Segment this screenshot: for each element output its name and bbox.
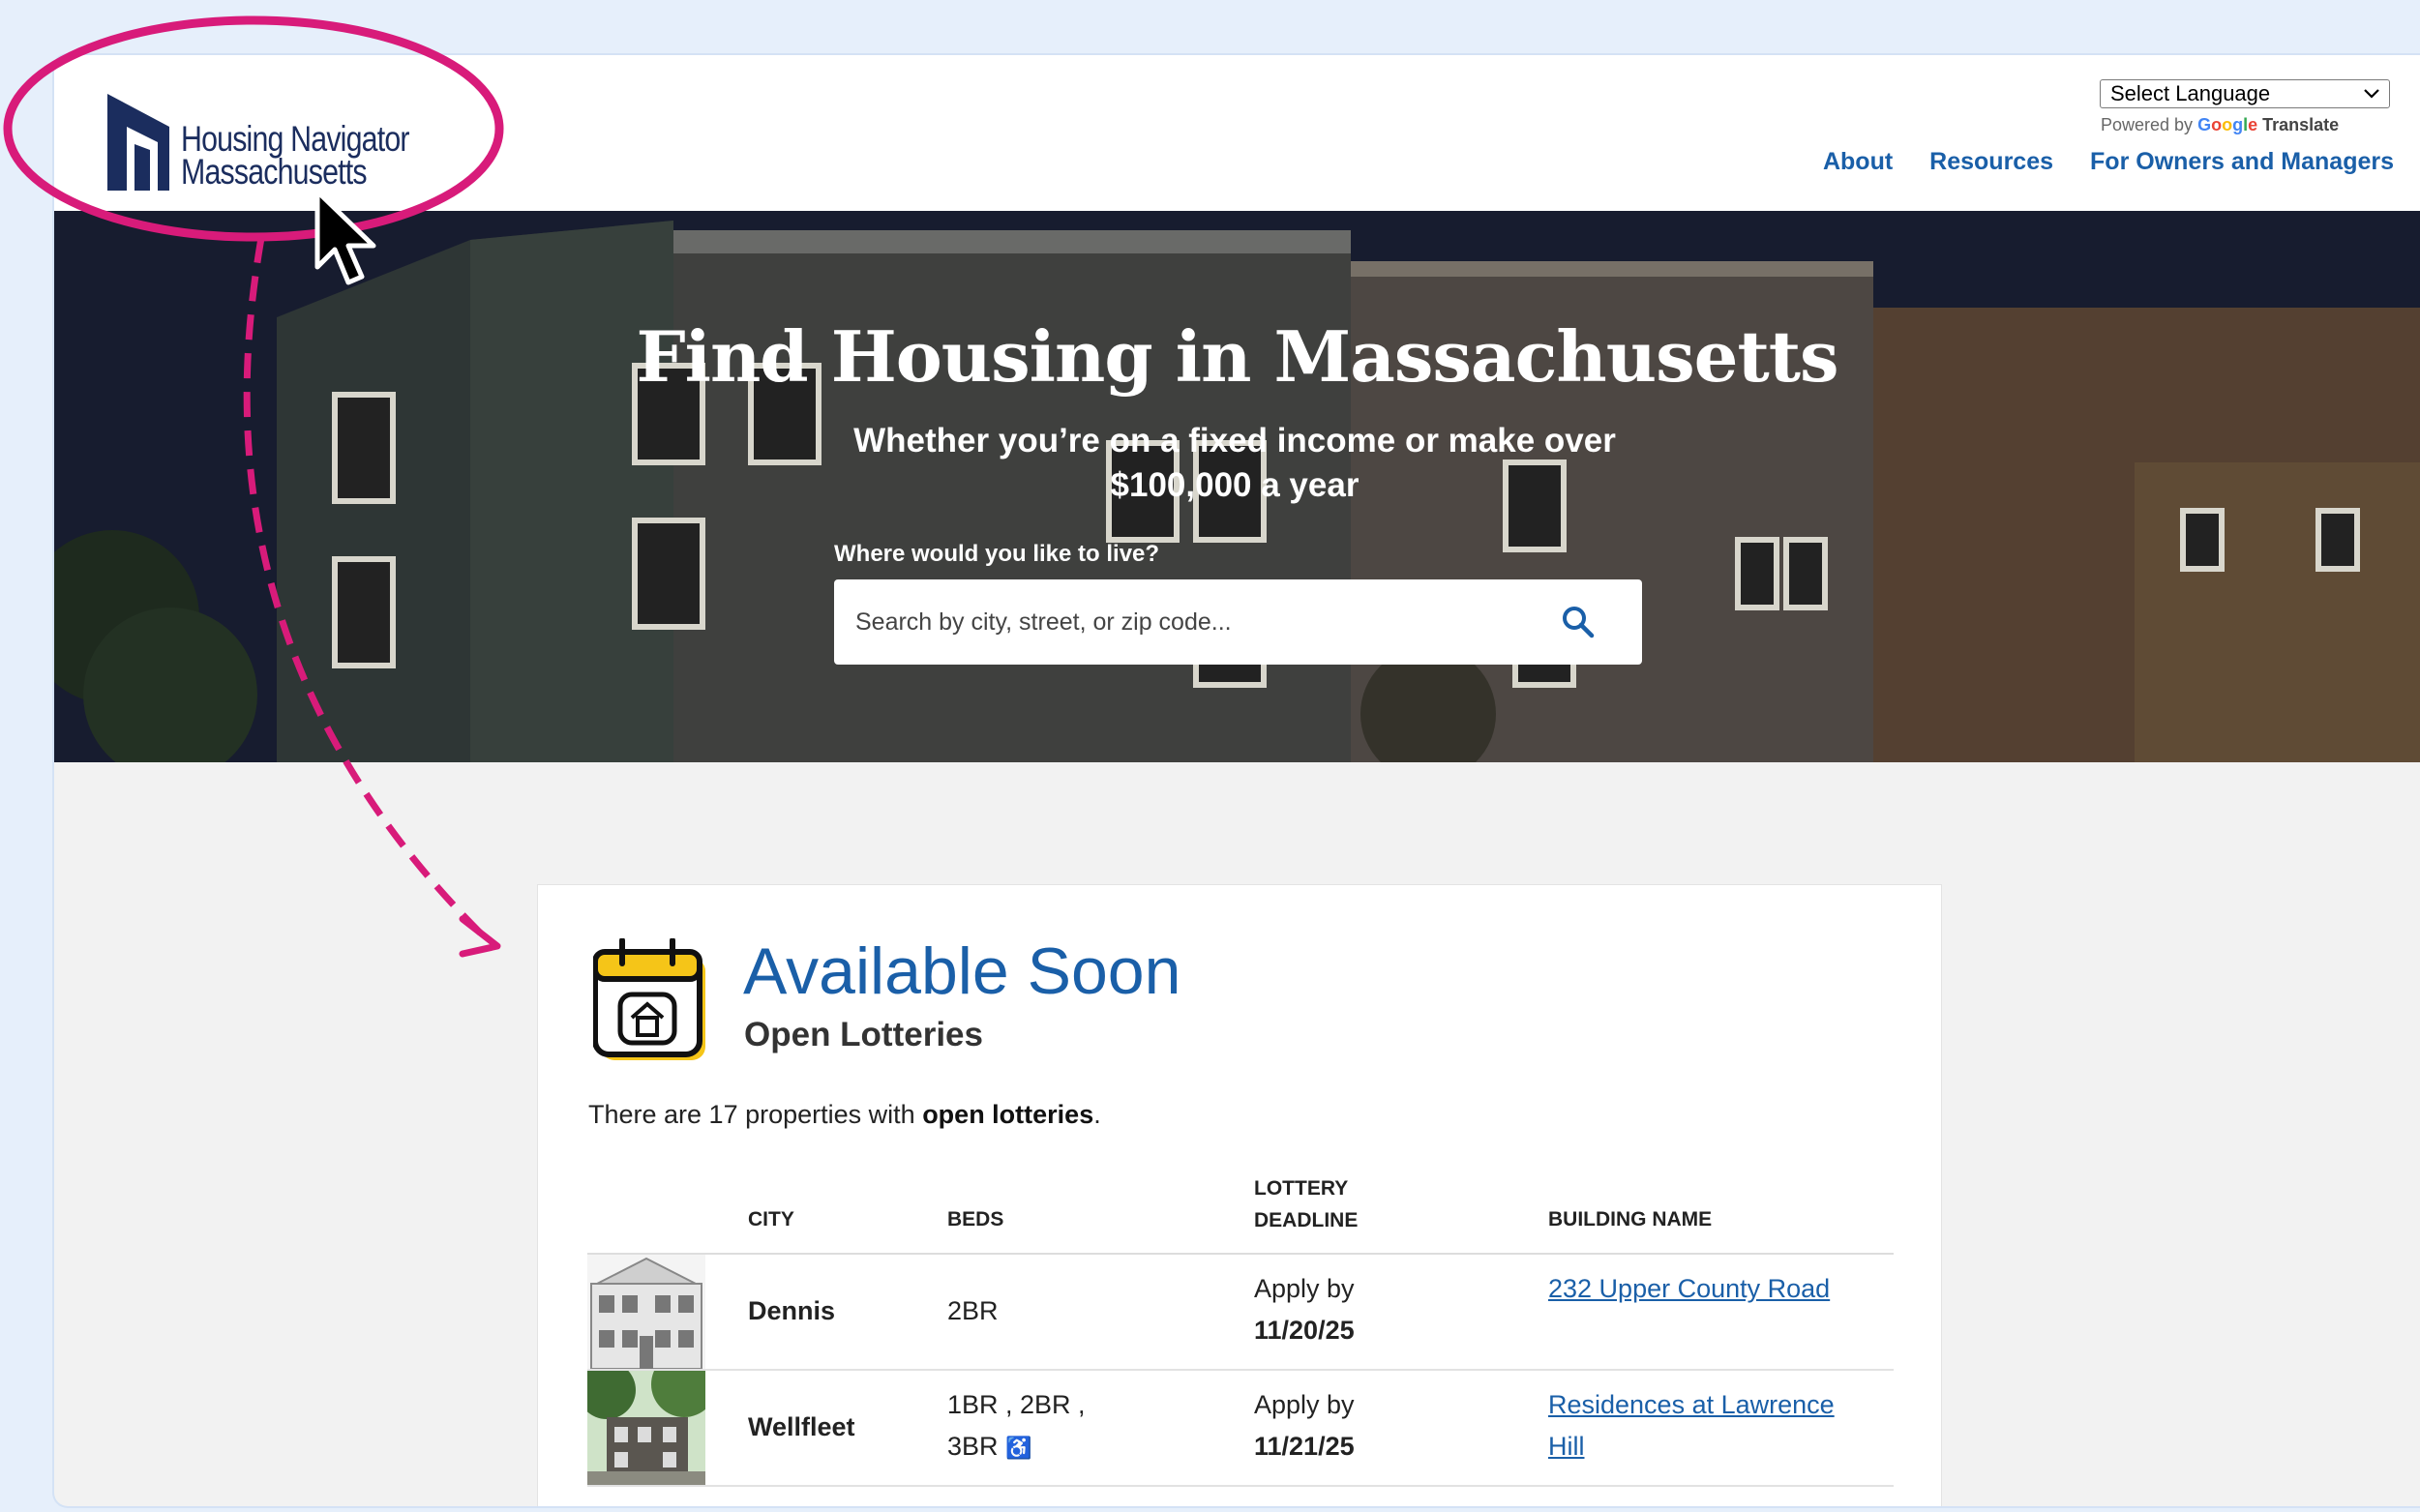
site-header: Housing Navigator Massachusetts Select L…	[54, 55, 2420, 211]
logo-mark-icon	[107, 94, 169, 191]
hero-title: Find Housing in Massachusetts	[636, 315, 1838, 398]
search-input[interactable]	[834, 579, 1550, 665]
row-building-link[interactable]: 232 Upper County Road	[1548, 1268, 1838, 1310]
browser-page: Housing Navigator Massachusetts Select L…	[54, 55, 2420, 1506]
nav-owners-managers[interactable]: For Owners and Managers	[2090, 148, 2394, 176]
deadline-prefix: Apply by	[1254, 1274, 1355, 1303]
main-nav: About Resources For Owners and Managers	[1823, 148, 2394, 176]
col-beds: BEDS	[947, 1208, 1004, 1230]
row-building-link[interactable]: Residences at Lawrence Hill	[1548, 1384, 1838, 1468]
wheelchair-icon: ♿	[1005, 1436, 1032, 1460]
lottery-summary: There are 17 properties with open lotter…	[588, 1100, 1101, 1130]
lotteries-table: CITY BEDS LOTTERY DEADLINE BUILDING NAME	[587, 1161, 1894, 1487]
deadline-date: 11/20/25	[1254, 1316, 1355, 1345]
powered-by-text: Powered by	[2101, 115, 2194, 134]
summary-bold: open lotteries	[922, 1100, 1094, 1129]
nav-about[interactable]: About	[1823, 148, 1893, 176]
beds-list-cont: 3BR	[947, 1432, 999, 1461]
language-select[interactable]: Select Language	[2100, 79, 2390, 108]
search-icon[interactable]	[1559, 603, 1598, 641]
summary-prefix: There are 17 properties with	[588, 1100, 923, 1129]
table-row[interactable]: Dennis 2BR Apply by 11/20/25 232 Upper C…	[587, 1255, 1894, 1371]
powered-by-google-translate: Powered by Google Translate	[2101, 115, 2339, 135]
hero-subtitle: Whether you’re on a fixed income or make…	[853, 422, 1616, 504]
row-deadline: Apply by 11/21/25	[1254, 1384, 1355, 1468]
beds-list: 1BR , 2BR ,	[947, 1390, 1086, 1419]
col-deadline-line2: DEADLINE	[1254, 1209, 1359, 1231]
row-beds: 1BR , 2BR , 3BR ♿	[947, 1384, 1170, 1468]
deadline-date: 11/21/25	[1254, 1432, 1355, 1461]
col-building: BUILDING NAME	[1548, 1208, 1713, 1230]
row-city: Dennis	[748, 1296, 836, 1325]
summary-suffix: .	[1093, 1100, 1101, 1129]
google-wordmark: Google	[2197, 115, 2258, 134]
card-subtitle: Open Lotteries	[744, 1016, 983, 1053]
translate-link[interactable]: Translate	[2262, 115, 2339, 134]
logo-text-line2: Massachusetts	[181, 152, 368, 192]
chevron-down-icon	[2364, 89, 2379, 99]
table-row[interactable]: Wellfleet 1BR , 2BR , 3BR ♿ Apply by 11/…	[587, 1371, 1894, 1487]
row-beds: 2BR	[947, 1296, 999, 1325]
col-city: CITY	[748, 1208, 794, 1230]
search-box	[834, 579, 1642, 665]
row-deadline: Apply by 11/20/25	[1254, 1268, 1355, 1351]
mouse-pointer-icon	[314, 190, 376, 285]
deadline-prefix: Apply by	[1254, 1390, 1355, 1419]
property-thumbnail	[587, 1255, 705, 1369]
search-label: Where would you like to live?	[834, 541, 1160, 567]
row-city: Wellfleet	[748, 1412, 855, 1441]
site-logo[interactable]: Housing Navigator Massachusetts	[107, 86, 494, 193]
hero-banner: Find Housing in Massachusetts Whether yo…	[54, 211, 2420, 762]
property-thumbnail	[587, 1371, 705, 1485]
table-header: CITY BEDS LOTTERY DEADLINE BUILDING NAME	[587, 1161, 1894, 1255]
available-soon-card: Available Soon Open Lotteries There are …	[538, 885, 1941, 1506]
language-select-label: Select Language	[2110, 81, 2271, 105]
col-deadline-line1: LOTTERY	[1254, 1177, 1349, 1200]
card-title: Available Soon	[743, 934, 1181, 1008]
nav-resources[interactable]: Resources	[1929, 148, 2053, 176]
calendar-house-icon	[593, 938, 705, 1060]
